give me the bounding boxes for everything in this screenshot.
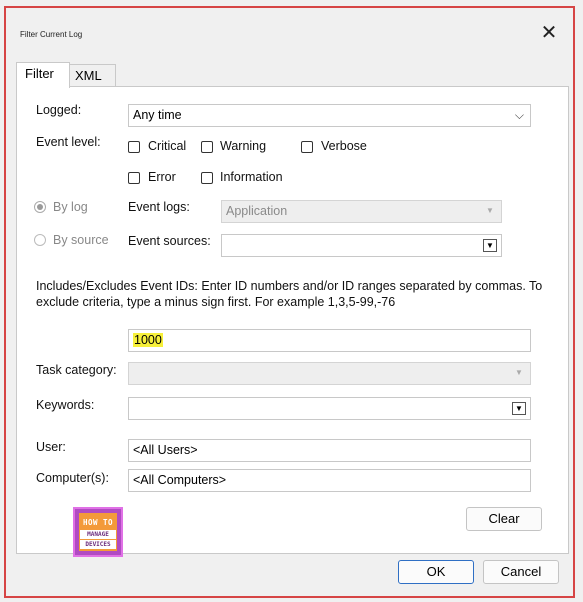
ok-button-label: OK bbox=[426, 564, 446, 579]
logged-value: Any time bbox=[133, 108, 182, 122]
tab-xml-label: XML bbox=[75, 68, 102, 83]
chevron-down-icon: ⌵ bbox=[514, 108, 524, 122]
filter-panel: Logged: Any time ⌵ Event level: Critical… bbox=[16, 86, 569, 557]
by-log-radio[interactable] bbox=[34, 201, 46, 213]
warning-label: Warning bbox=[220, 139, 267, 153]
event-sources-select[interactable]: ▼ bbox=[221, 234, 502, 257]
tab-filter-label: Filter bbox=[25, 66, 54, 81]
logo-line2: MANAGE bbox=[80, 530, 116, 539]
event-sources-label: Event sources: bbox=[128, 234, 211, 248]
event-logs-label: Event logs: bbox=[128, 200, 190, 214]
error-label: Error bbox=[148, 170, 176, 184]
information-label: Information bbox=[220, 170, 283, 184]
logged-label: Logged: bbox=[36, 103, 82, 117]
by-source-radio[interactable] bbox=[34, 234, 46, 246]
dropdown-arrow-icon[interactable]: ▼ bbox=[483, 239, 497, 252]
verbose-checkbox[interactable] bbox=[301, 141, 313, 153]
clear-button-label: Clear bbox=[488, 511, 520, 526]
logo-line1: HOW TO bbox=[82, 518, 114, 527]
cancel-button[interactable]: Cancel bbox=[483, 560, 559, 584]
clear-button[interactable]: Clear bbox=[466, 507, 542, 531]
verbose-label: Verbose bbox=[321, 139, 367, 153]
user-value: <All Users> bbox=[133, 443, 198, 457]
task-category-select[interactable]: ▼ bbox=[128, 362, 531, 385]
cancel-button-label: Cancel bbox=[500, 564, 542, 579]
by-log-label: By log bbox=[53, 200, 88, 214]
tab-filter[interactable]: Filter bbox=[16, 62, 70, 88]
critical-checkbox[interactable] bbox=[128, 141, 140, 153]
ok-button[interactable]: OK bbox=[398, 560, 474, 584]
logged-select[interactable]: Any time ⌵ bbox=[128, 104, 531, 127]
task-category-label: Task category: bbox=[36, 363, 117, 377]
critical-label: Critical bbox=[148, 139, 187, 153]
user-input[interactable]: <All Users> bbox=[128, 439, 531, 462]
keywords-select[interactable]: ▼ bbox=[128, 397, 531, 420]
dropdown-arrow-icon: ▼ bbox=[515, 368, 523, 377]
user-label: User: bbox=[36, 440, 66, 454]
logo-inner: HOW TO MANAGE DEVICES bbox=[79, 513, 117, 551]
event-ids-value: 1000 bbox=[133, 333, 163, 347]
event-logs-value: Application bbox=[226, 204, 288, 218]
error-checkbox[interactable] bbox=[128, 172, 140, 184]
tab-xml[interactable]: XML bbox=[66, 64, 116, 86]
logo-line3: DEVICES bbox=[80, 540, 116, 549]
dropdown-arrow-icon: ▼ bbox=[486, 206, 494, 215]
howto-manage-devices-logo: HOW TO MANAGE DEVICES bbox=[73, 507, 123, 557]
event-level-label: Event level: bbox=[36, 135, 101, 149]
by-source-label: By source bbox=[53, 233, 109, 247]
information-checkbox[interactable] bbox=[201, 172, 213, 184]
computer-label: Computer(s): bbox=[36, 471, 109, 485]
keywords-label: Keywords: bbox=[36, 398, 95, 412]
computer-value: <All Computers> bbox=[133, 473, 227, 487]
computer-input[interactable]: <All Computers> bbox=[128, 469, 531, 492]
event-ids-input[interactable]: 1000 bbox=[128, 329, 531, 352]
dropdown-arrow-icon[interactable]: ▼ bbox=[512, 402, 526, 415]
event-logs-select[interactable]: Application ▼ bbox=[221, 200, 502, 223]
warning-checkbox[interactable] bbox=[201, 141, 213, 153]
title-bar: Filter Current Log ✕ bbox=[6, 8, 573, 52]
close-icon[interactable]: ✕ bbox=[537, 21, 561, 45]
dialog-window: Filter Current Log ✕ Filter XML Logged: … bbox=[4, 6, 575, 598]
event-ids-description: Includes/Excludes Event IDs: Enter ID nu… bbox=[36, 279, 543, 309]
window-title: Filter Current Log bbox=[20, 30, 83, 39]
